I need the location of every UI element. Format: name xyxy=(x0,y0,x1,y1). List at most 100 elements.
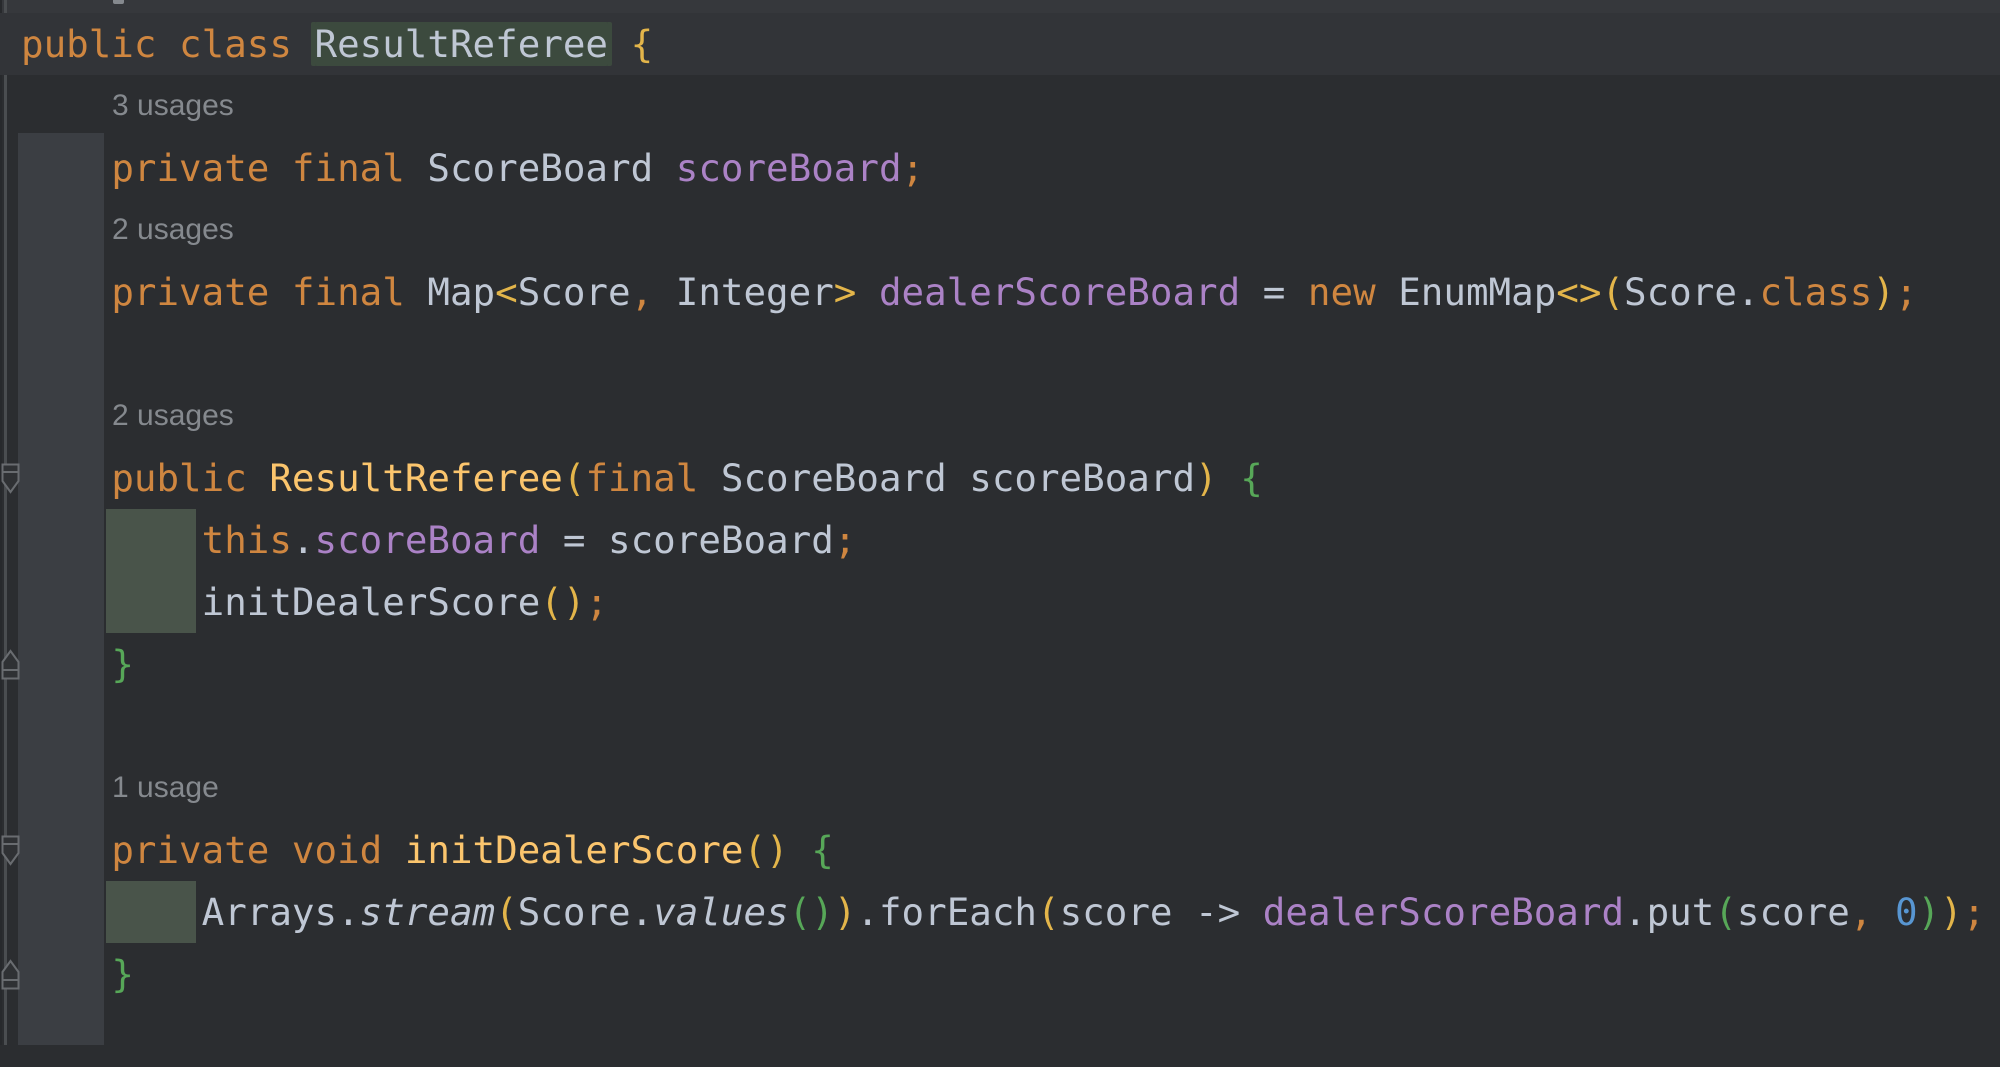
code-token: ) xyxy=(1872,270,1895,314)
code-token xyxy=(21,890,202,934)
code-line: } xyxy=(0,633,2000,695)
blank-line xyxy=(0,323,2000,385)
fold-end-marker[interactable] xyxy=(1,649,20,680)
code-token: ; xyxy=(585,580,608,624)
code-token: public xyxy=(111,456,269,500)
previous-line-sliver xyxy=(0,0,2000,13)
code-token xyxy=(1218,456,1241,500)
code-token: final xyxy=(585,456,698,500)
code-token: ScoreBoard scoreBoard xyxy=(698,456,1195,500)
code-line: private final ScoreBoard scoreBoard; xyxy=(0,137,2000,199)
code-token: ResultReferee xyxy=(269,456,563,500)
usage-inlay-hint[interactable]: 2 usages xyxy=(0,385,2000,447)
code-token: private final xyxy=(111,146,427,190)
code-token: } xyxy=(111,952,134,996)
code-token: public class xyxy=(21,22,315,66)
usage-inlay-hint[interactable]: 2 usages xyxy=(0,199,2000,261)
code-line: } xyxy=(0,943,2000,1005)
code-token: scoreBoard xyxy=(676,146,902,190)
code-token xyxy=(21,270,111,314)
code-token: .put xyxy=(1624,890,1714,934)
code-token: Score xyxy=(518,270,631,314)
code-token: stream xyxy=(360,890,495,934)
code-token: > xyxy=(834,270,857,314)
code-token: EnumMap xyxy=(1398,270,1556,314)
fold-end-marker[interactable] xyxy=(1,959,20,990)
code-token: ( xyxy=(1037,890,1060,934)
code-token: , xyxy=(631,270,654,314)
code-token: private void xyxy=(111,828,405,872)
code-token: Arrays. xyxy=(202,890,360,934)
code-token: scoreBoard xyxy=(315,518,541,562)
code-token xyxy=(21,642,111,686)
code-token xyxy=(21,580,202,624)
usage-inlay-hint[interactable]: 3 usages xyxy=(0,75,2000,137)
code-token: } xyxy=(111,642,134,686)
code-token: { xyxy=(631,22,654,66)
code-token: () xyxy=(743,828,788,872)
code-token: Score. xyxy=(518,890,653,934)
code-line: private final Map<Score, Integer> dealer… xyxy=(0,261,2000,323)
code-line: public ResultReferee(final ScoreBoard sc… xyxy=(0,447,2000,509)
code-token: = xyxy=(1240,270,1308,314)
code-token: ( xyxy=(495,890,518,934)
code-token: values xyxy=(653,890,788,934)
code-area: public class ResultReferee {3 usages pri… xyxy=(0,13,2000,1067)
code-token: class xyxy=(1759,270,1872,314)
code-token: Score. xyxy=(1624,270,1759,314)
code-token: , xyxy=(1850,890,1873,934)
code-token: private final xyxy=(111,270,427,314)
code-token: . xyxy=(292,518,315,562)
code-token: () xyxy=(540,580,585,624)
code-token: ; xyxy=(1895,270,1918,314)
code-token: ( xyxy=(789,890,812,934)
code-token xyxy=(21,518,202,562)
code-token: ; xyxy=(834,518,857,562)
code-token xyxy=(21,952,111,996)
fold-start-marker[interactable] xyxy=(1,463,20,494)
code-token: new xyxy=(1308,270,1376,314)
code-token: Integer xyxy=(676,270,834,314)
code-token: ( xyxy=(1714,890,1737,934)
code-token: = scoreBoard xyxy=(540,518,834,562)
code-token xyxy=(21,828,111,872)
fold-start-marker[interactable] xyxy=(1,835,20,866)
code-line: this.scoreBoard = scoreBoard; xyxy=(0,509,2000,571)
code-token: this xyxy=(202,518,292,562)
code-line: private void initDealerScore() { xyxy=(0,819,2000,881)
code-token: ScoreBoard xyxy=(427,146,675,190)
cutoff-glyph xyxy=(113,0,124,4)
code-line: Arrays.stream(Score.values()).forEach(sc… xyxy=(0,881,2000,943)
usage-inlay-hint[interactable]: 1 usage xyxy=(0,757,2000,819)
code-token xyxy=(1872,890,1895,934)
code-token: ) xyxy=(1195,456,1218,500)
code-token: ( xyxy=(1601,270,1624,314)
code-token: ) xyxy=(811,890,834,934)
highlighted-identifier: ResultReferee xyxy=(315,22,609,66)
code-token: initDealerScore xyxy=(202,580,541,624)
blank-line xyxy=(0,1005,2000,1067)
code-token: ) xyxy=(1940,890,1963,934)
code-token: { xyxy=(1240,456,1263,500)
code-token: < xyxy=(495,270,518,314)
code-token: initDealerScore xyxy=(405,828,744,872)
code-token: score -> xyxy=(1060,890,1263,934)
code-editor: public class ResultReferee {3 usages pri… xyxy=(0,0,2000,1045)
code-token: <> xyxy=(1556,270,1601,314)
code-token: ; xyxy=(902,146,925,190)
code-token xyxy=(856,270,879,314)
code-token xyxy=(653,270,676,314)
code-line: public class ResultReferee { xyxy=(0,13,2000,75)
code-token: ) xyxy=(834,890,857,934)
code-token: ( xyxy=(563,456,586,500)
code-token xyxy=(21,146,111,190)
code-line: initDealerScore(); xyxy=(0,571,2000,633)
code-token: dealerScoreBoard xyxy=(879,270,1240,314)
code-token xyxy=(1376,270,1399,314)
blank-line xyxy=(0,695,2000,757)
code-token xyxy=(608,22,631,66)
code-token: score xyxy=(1737,890,1850,934)
code-token: .forEach xyxy=(856,890,1037,934)
code-token xyxy=(789,828,812,872)
code-token: Map xyxy=(427,270,495,314)
